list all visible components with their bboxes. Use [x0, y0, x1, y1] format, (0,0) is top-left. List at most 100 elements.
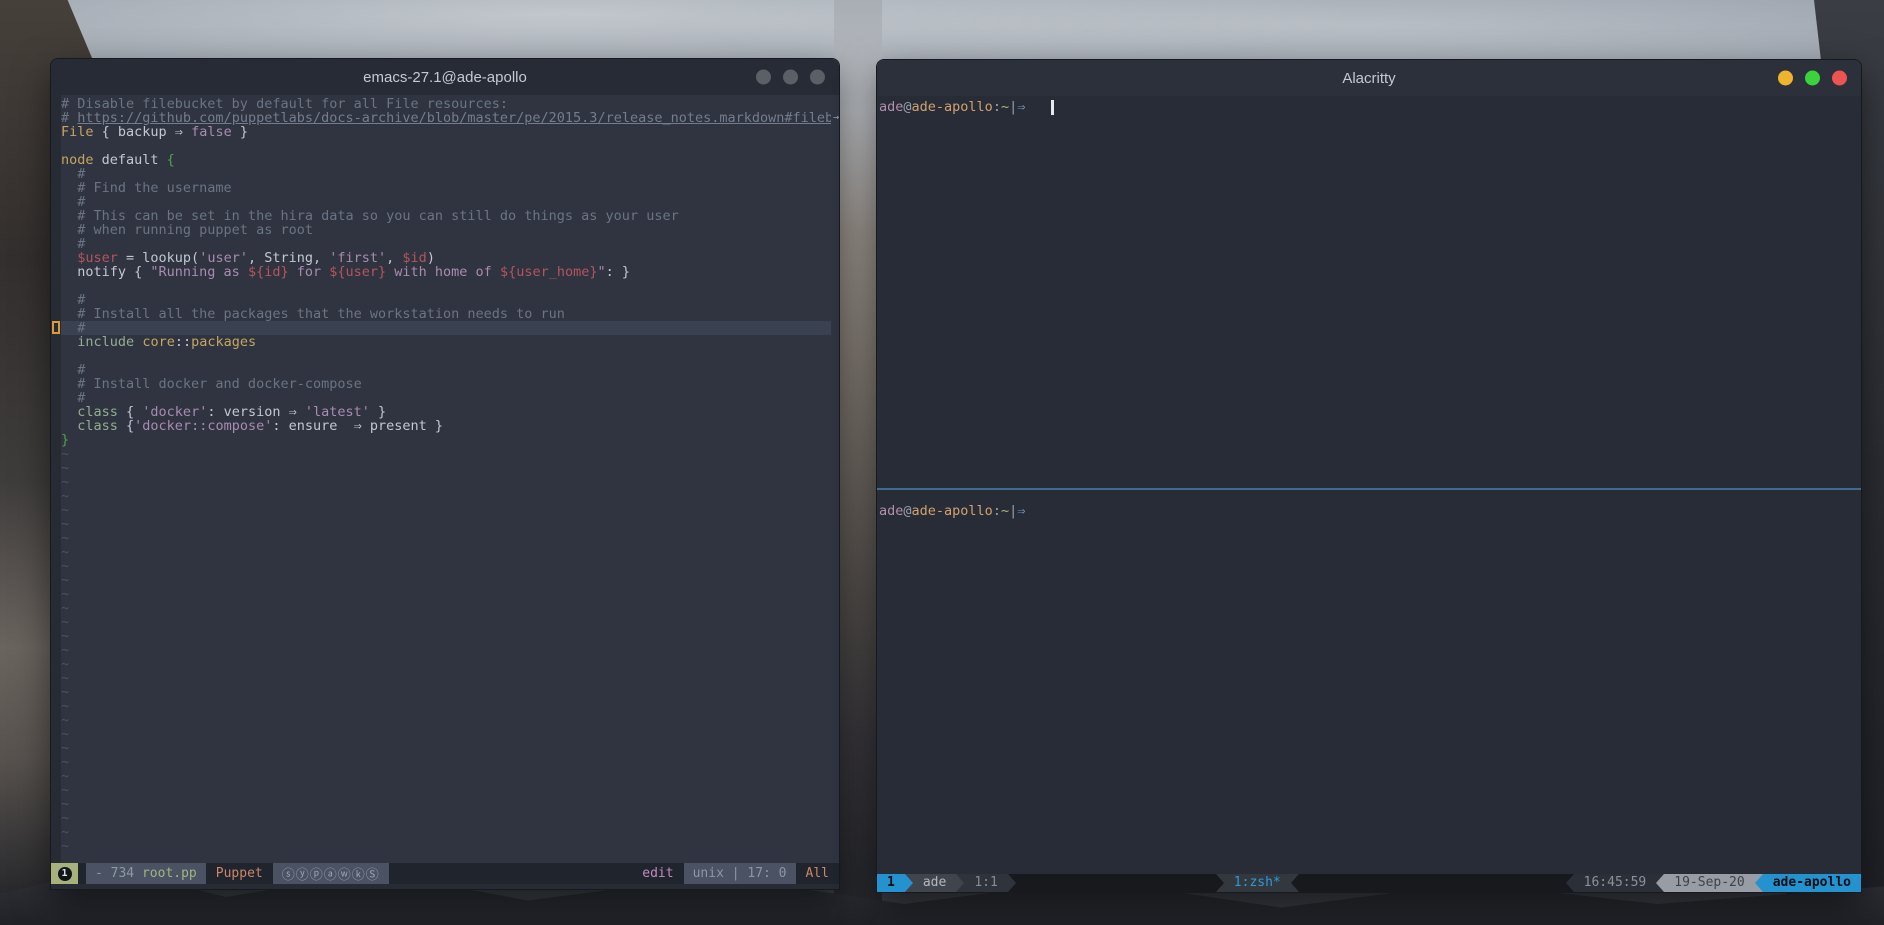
empty-line-tilde: ~	[61, 671, 831, 685]
modeline-minor-modes[interactable]: ⓢⓨⓟⓐⓦⓚⓈ	[273, 863, 389, 884]
code-line[interactable]: File { backup ⇒ false }	[61, 125, 831, 139]
code-token: with home of	[386, 264, 500, 280]
desktop: emacs-27.1@ade-apollo # Disable filebuck…	[0, 0, 1884, 925]
code-token: ${user_home}	[500, 264, 598, 280]
code-line[interactable]: #	[61, 195, 831, 209]
terminal-cursor	[1051, 100, 1054, 115]
tmux-status-bar: 1ade1:11:zsh*16:45:5919-Sep-20ade-apollo	[877, 874, 1861, 892]
shell-prompt[interactable]: ade@ade-apollo:~|⇒	[879, 98, 1861, 116]
code-line[interactable]: # https://github.com/puppetlabs/docs-arc…	[61, 111, 831, 125]
tmux-segment-filler	[1016, 874, 1216, 892]
wallpaper-rock-strip	[834, 0, 882, 925]
empty-line-tilde: ~	[61, 517, 831, 531]
text-cursor	[52, 321, 60, 334]
emacs-echo-area	[51, 884, 839, 889]
modeline-major-mode[interactable]: Puppet	[216, 866, 263, 881]
modeline-position: - 734	[95, 866, 142, 881]
code-line[interactable]: #	[61, 321, 831, 335]
empty-line-tilde: ~	[61, 657, 831, 671]
code-line[interactable]: # Install all the packages that the work…	[61, 307, 831, 321]
code-token: notify {	[61, 264, 150, 280]
code-line[interactable]: # Disable filebucket by default for all …	[61, 97, 831, 111]
code-line[interactable]: class {'docker::compose': ensure ⇒ prese…	[61, 419, 831, 433]
code-token: packages	[191, 334, 256, 350]
code-line[interactable]: $user = lookup('user', String, 'first', …	[61, 251, 831, 265]
emacs-titlebar[interactable]: emacs-27.1@ade-apollo	[51, 59, 839, 95]
tmux-pane-top[interactable]: ade@ade-apollo:~|⇒	[877, 96, 1861, 488]
emacs-window[interactable]: emacs-27.1@ade-apollo # Disable filebuck…	[50, 58, 840, 890]
modeline-position-block: - 734 root.pp	[86, 863, 206, 884]
emacs-buffer[interactable]: # Disable filebucket by default for all …	[51, 95, 839, 863]
tmux-segment-ade-apollo: ade-apollo	[1763, 874, 1861, 892]
prompt-token: @	[903, 99, 911, 115]
powerline-arrow-icon	[1656, 874, 1664, 892]
alacritty-window[interactable]: Alacritty ade@ade-apollo:~|⇒ ade@ade-apo…	[876, 59, 1862, 893]
empty-line-tilde: ~	[61, 489, 831, 503]
prompt-token: ⇒	[1017, 99, 1025, 115]
code-token: core	[142, 334, 175, 350]
empty-line-tilde: ~	[61, 615, 831, 629]
tmux-segment-1-zsh-: 1:zsh*	[1224, 874, 1291, 892]
terminal-body[interactable]: ade@ade-apollo:~|⇒ ade@ade-apollo:~|⇒ 1a…	[877, 96, 1861, 892]
code-line[interactable]: notify { "Running as ${id} for ${user} w…	[61, 265, 831, 279]
code-line[interactable]: #	[61, 363, 831, 377]
maximize-button[interactable]	[783, 70, 798, 85]
minimize-button[interactable]	[1778, 71, 1793, 86]
code-line[interactable]: # when running puppet as root	[61, 223, 831, 237]
code-line[interactable]: #	[61, 391, 831, 405]
minimize-button[interactable]	[756, 70, 771, 85]
emacs-modeline: 1 - 734 root.pp Puppet ⓢⓨⓟⓐⓦⓚⓈ edit unix…	[51, 863, 839, 884]
prompt-token: :	[993, 99, 1001, 115]
alacritty-window-buttons	[1778, 71, 1847, 86]
modeline-encoding-position: unix | 17: 0	[684, 863, 796, 884]
code-line[interactable]: class { 'docker': version ⇒ 'latest' }	[61, 405, 831, 419]
shell-prompt[interactable]: ade@ade-apollo:~|⇒	[879, 502, 1861, 520]
code-line[interactable]: node default {	[61, 153, 831, 167]
empty-line-tilde: ~	[61, 797, 831, 811]
code-line[interactable]: # Install docker and docker-compose	[61, 377, 831, 391]
maximize-button[interactable]	[1805, 71, 1820, 86]
empty-line-tilde: ~	[61, 629, 831, 643]
code-area[interactable]: # Disable filebucket by default for all …	[61, 95, 831, 863]
empty-line-tilde: ~	[61, 741, 831, 755]
code-line[interactable]: # This can be set in the hira data so yo…	[61, 209, 831, 223]
alacritty-titlebar[interactable]: Alacritty	[877, 60, 1861, 96]
code-line[interactable]: include core::packages	[61, 335, 831, 349]
empty-line-tilde: ~	[61, 545, 831, 559]
emacs-window-title: emacs-27.1@ade-apollo	[363, 69, 527, 86]
code-line[interactable]	[61, 139, 831, 153]
code-token: {	[167, 152, 175, 168]
empty-line-tilde: ~	[61, 601, 831, 615]
code-line[interactable]: # Find the username	[61, 181, 831, 195]
empty-line-tilde: ~	[61, 699, 831, 713]
code-token: 'docker::compose'	[134, 418, 272, 434]
prompt-token: ade-apollo	[912, 99, 993, 115]
empty-line-tilde: ~	[61, 531, 831, 545]
alacritty-window-title: Alacritty	[1342, 70, 1395, 87]
close-button[interactable]	[810, 70, 825, 85]
empty-line-tilde: ~	[61, 461, 831, 475]
prompt-token: ade	[879, 99, 903, 115]
code-token: default	[94, 152, 167, 168]
close-button[interactable]	[1832, 71, 1847, 86]
code-token: "Running as	[150, 264, 248, 280]
tilde-icon: ~	[61, 838, 69, 854]
code-line[interactable]: #	[61, 167, 831, 181]
powerline-arrow-icon	[1755, 874, 1763, 892]
empty-line-tilde: ~	[61, 839, 831, 853]
code-line[interactable]	[61, 349, 831, 363]
code-line[interactable]: #	[61, 293, 831, 307]
empty-line-tilde: ~	[61, 503, 831, 517]
empty-line-tilde: ~	[61, 559, 831, 573]
powerline-arrow-icon	[1216, 874, 1224, 892]
code-line[interactable]: #	[61, 237, 831, 251]
empty-line-tilde: ~	[61, 447, 831, 461]
tmux-segment-ade: ade	[913, 874, 956, 892]
empty-line-tilde: ~	[61, 713, 831, 727]
code-line[interactable]	[61, 279, 831, 293]
emacs-fringe	[51, 95, 61, 863]
code-line[interactable]: }	[61, 433, 831, 447]
prompt-token: ⇒	[1017, 503, 1025, 519]
prompt-token: |	[1009, 503, 1017, 519]
tmux-pane-bottom[interactable]: ade@ade-apollo:~|⇒	[877, 490, 1861, 874]
